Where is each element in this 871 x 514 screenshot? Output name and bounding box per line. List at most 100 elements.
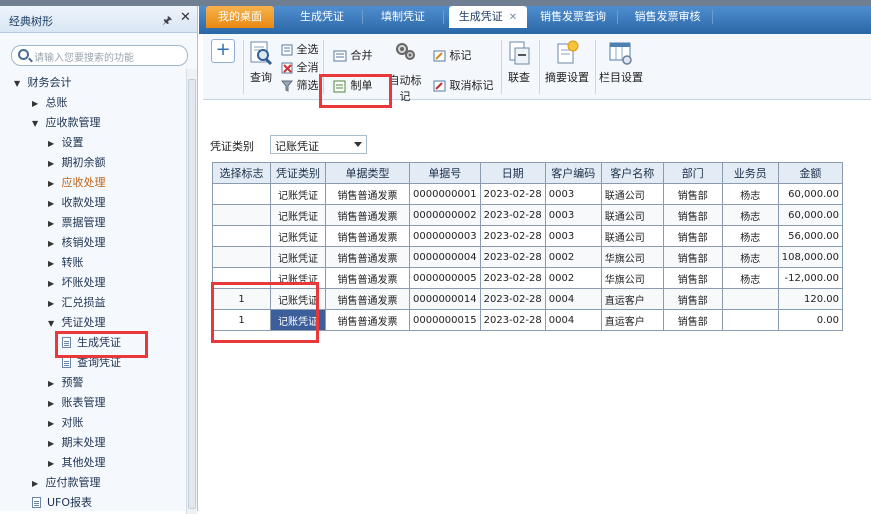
tab-sales-invoice-review[interactable]: 销售发票审核 — [625, 6, 710, 28]
table-cell[interactable]: 120.00 — [777, 288, 844, 310]
table-cell[interactable]: 杨志 — [721, 267, 779, 289]
function-search-input[interactable]: 请输入您要搜索的功能 — [11, 45, 188, 66]
cancel-mark-button[interactable]: 取消标记 — [433, 77, 494, 93]
table-cell[interactable]: 2023-02-28 — [479, 225, 546, 247]
table-row[interactable]: 1 记账凭证 销售普通发票 0000000014 2023-02-28 0004 直运客户销… — [212, 288, 844, 310]
chevron-right-icon[interactable]: ▶ — [48, 374, 58, 394]
tree-item[interactable]: ▶ 转账 — [48, 253, 84, 273]
chevron-right-icon[interactable]: ▶ — [48, 194, 58, 214]
deselect-all-button[interactable]: 全消 — [281, 59, 319, 75]
select-all-button[interactable]: 全选 — [281, 41, 319, 57]
tree-item[interactable]: 生成凭证 — [62, 333, 121, 353]
chevron-right-icon[interactable]: ▶ — [32, 474, 42, 494]
table-cell[interactable]: 销售普通发票 — [325, 225, 410, 247]
table-cell[interactable]: 记账凭证 — [270, 183, 326, 205]
scrollbar-thumb[interactable] — [188, 79, 196, 509]
table-cell[interactable]: 1 — [212, 288, 271, 310]
table-cell[interactable]: 0000000002 — [409, 204, 481, 226]
table-cell[interactable]: 销售部 — [662, 309, 723, 331]
chevron-right-icon[interactable]: ▶ — [32, 94, 42, 114]
table-cell[interactable]: 2023-02-28 — [479, 267, 546, 289]
chevron-right-icon[interactable]: ▶ — [48, 294, 58, 314]
table-row[interactable]: 记账凭证 销售普通发票 0000000001 2023-02-28 0003 联通公司 销售… — [212, 183, 844, 205]
table-row[interactable]: 记账凭证 销售普通发票 0000000005 2023-02-28 0002 华旗公司 销售… — [212, 267, 844, 289]
table-cell[interactable]: 2023-02-28 — [479, 183, 546, 205]
chevron-down-icon[interactable]: ▼ — [48, 314, 58, 334]
chevron-right-icon[interactable]: ▶ — [48, 214, 58, 234]
chevron-down-icon[interactable] — [354, 142, 362, 147]
table-cell[interactable]: 0004 — [544, 288, 602, 310]
table-cell[interactable]: 销售部 — [662, 183, 723, 205]
table-cell[interactable]: 销售普通发票 — [325, 204, 410, 226]
table-cell[interactable]: 联通公司 — [600, 183, 664, 205]
chevron-right-icon[interactable]: ▶ — [48, 254, 58, 274]
filter-button[interactable]: 筛选 — [281, 77, 319, 93]
table-cell[interactable]: 0000000005 — [409, 267, 481, 289]
table-row[interactable]: 记账凭证 销售普通发票 0000000004 2023-02-28 0002 华旗公司 销售… — [212, 246, 844, 268]
column-header[interactable]: 业务员 — [721, 162, 779, 184]
link-query-button[interactable]: 联查 — [505, 40, 533, 85]
table-cell[interactable]: 记账凭证 — [270, 246, 326, 268]
column-header[interactable]: 日期 — [479, 162, 546, 184]
tab-generate-voucher-1[interactable]: 生成凭证 — [287, 6, 357, 28]
tree-item[interactable]: ▶ 其他处理 — [48, 453, 106, 473]
column-header[interactable]: 单据号 — [409, 162, 481, 184]
voucher-type-select[interactable]: 记账凭证 — [270, 135, 367, 154]
table-cell[interactable]: 杨志 — [721, 225, 779, 247]
tab-my-desktop[interactable]: 我的桌面 — [206, 6, 274, 28]
table-cell[interactable] — [721, 309, 779, 331]
tree-item[interactable]: ▶ 对账 — [48, 413, 84, 433]
make-voucher-button[interactable]: 制单 — [333, 77, 373, 93]
table-cell[interactable]: 销售普通发票 — [325, 288, 410, 310]
tree-item[interactable]: ▶ 收款处理 — [48, 193, 106, 213]
chevron-right-icon[interactable]: ▶ — [48, 154, 58, 174]
add-button[interactable]: + — [211, 39, 235, 63]
table-cell[interactable]: 0002 — [544, 246, 602, 268]
tree-item[interactable]: ▶ 账表管理 — [48, 393, 106, 413]
pin-icon[interactable]: 🖈 — [162, 12, 172, 31]
chevron-right-icon[interactable]: ▶ — [48, 234, 58, 254]
table-cell[interactable]: 销售普通发票 — [325, 246, 410, 268]
table-cell[interactable]: 56,000.00 — [777, 225, 844, 247]
table-cell[interactable]: 销售部 — [662, 246, 723, 268]
column-header[interactable]: 部门 — [662, 162, 723, 184]
table-cell[interactable]: 2023-02-28 — [479, 288, 546, 310]
tree-item[interactable]: ▼ 凭证处理 — [48, 313, 106, 333]
table-cell[interactable]: 108,000.00 — [777, 246, 844, 268]
table-cell[interactable]: 1 — [212, 309, 271, 331]
query-button[interactable]: 查询 — [247, 40, 275, 85]
table-cell[interactable]: 0000000015 — [409, 309, 481, 331]
close-icon[interactable]: ✕ — [180, 10, 191, 25]
table-cell[interactable]: 华旗公司 — [600, 246, 664, 268]
summary-settings-button[interactable]: 摘要设置 — [543, 40, 591, 85]
chevron-right-icon[interactable]: ▶ — [48, 414, 58, 434]
tree-item[interactable]: UFO报表 — [32, 493, 92, 513]
tree-item[interactable]: ▶ 核销处理 — [48, 233, 106, 253]
chevron-down-icon[interactable]: ▼ — [32, 114, 42, 134]
table-cell[interactable]: 销售普通发票 — [325, 267, 410, 289]
tree-item[interactable]: ▶ 应付款管理 — [32, 473, 101, 493]
table-cell[interactable]: 0002 — [544, 267, 602, 289]
tab-generate-voucher-active[interactable]: 生成凭证 ✕ — [449, 6, 527, 28]
table-cell[interactable]: 联通公司 — [600, 204, 664, 226]
tree-item[interactable]: ▶ 总账 — [32, 93, 68, 113]
table-cell[interactable]: 60,000.00 — [777, 204, 844, 226]
tree-item[interactable]: ▶ 期初余额 — [48, 153, 106, 173]
auto-mark-button[interactable]: 自动标记 — [385, 40, 425, 104]
table-cell[interactable]: 2023-02-28 — [479, 309, 546, 331]
table-cell[interactable]: 2023-02-28 — [479, 246, 546, 268]
table-cell[interactable]: 销售部 — [662, 225, 723, 247]
table-cell[interactable]: 记账凭证 — [270, 288, 326, 310]
table-cell[interactable]: 杨志 — [721, 183, 779, 205]
tree-item[interactable]: 查询凭证 — [62, 353, 121, 373]
table-cell[interactable] — [212, 204, 271, 226]
column-header[interactable]: 客户名称 — [600, 162, 664, 184]
tree-item[interactable]: ▶ 汇兑损益 — [48, 293, 106, 313]
table-cell[interactable]: 记账凭证 — [270, 204, 326, 226]
tree-item[interactable]: ▶ 票据管理 — [48, 213, 106, 233]
tab-sales-invoice-query[interactable]: 销售发票查询 — [533, 6, 613, 28]
table-cell[interactable]: 60,000.00 — [777, 183, 844, 205]
column-header[interactable]: 选择标志 — [212, 162, 271, 184]
tree-item[interactable]: ▶ 设置 — [48, 133, 84, 153]
table-cell[interactable]: -12,000.00 — [777, 267, 844, 289]
